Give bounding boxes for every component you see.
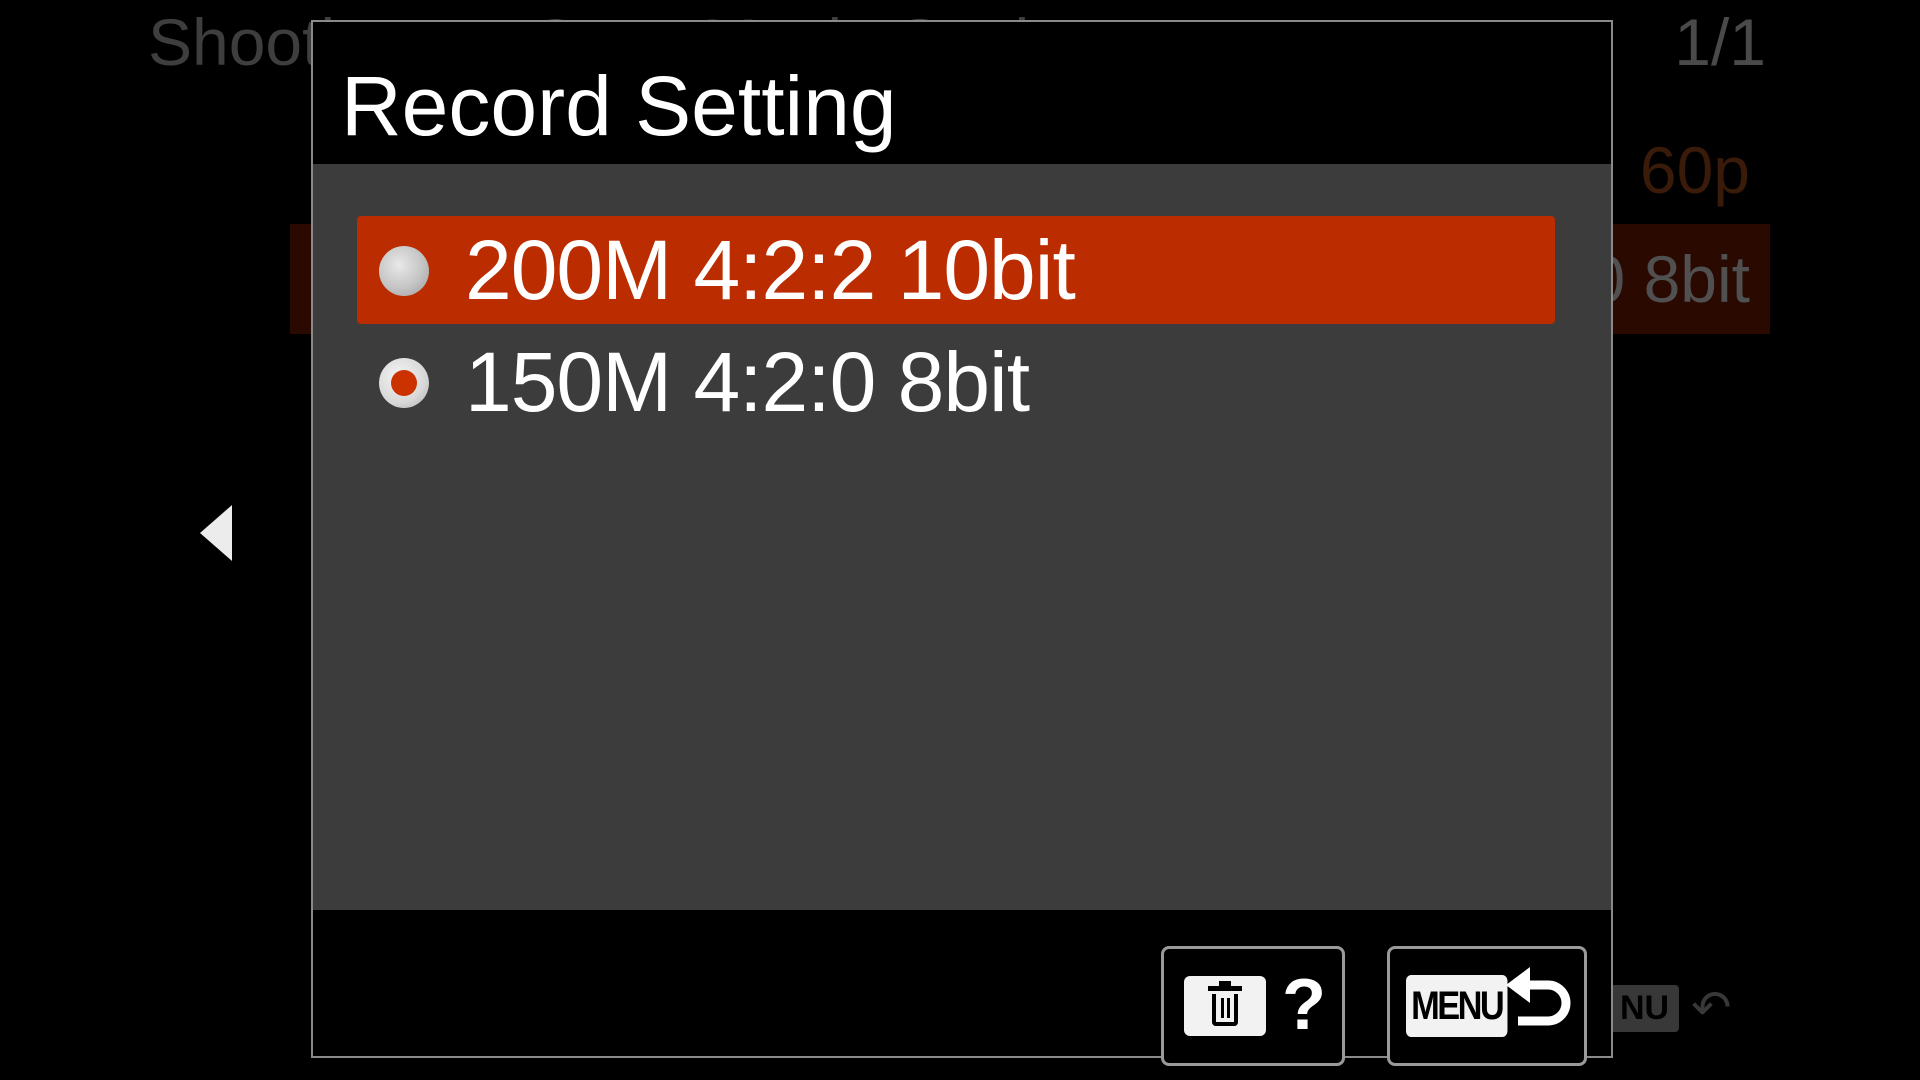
option-label: 200M 4:2:2 10bit (465, 223, 1076, 317)
camera-screen: Shooti ... C... Movie Setting 1/1 60p 0 … (0, 0, 1920, 1080)
help-icon: ? (1282, 965, 1326, 1045)
option-label: 150M 4:2:0 8bit (465, 335, 1030, 429)
background-back-hint: NU ↶ (1610, 980, 1731, 1036)
option-item[interactable]: 150M 4:2:0 8bit (357, 328, 1555, 436)
background-tab: Shooti (148, 5, 336, 79)
menu-icon: MENU (1406, 975, 1508, 1037)
return-icon (1506, 967, 1571, 1026)
menu-back-button[interactable]: MENU (1387, 946, 1587, 1066)
background-return-icon: ↶ (1691, 982, 1732, 1035)
radio-selected-icon (379, 358, 429, 408)
trash-icon (1184, 976, 1266, 1036)
record-setting-dialog: Record Setting 200M 4:2:2 10bit 150M 4:2… (311, 20, 1613, 1066)
left-arrow-icon[interactable] (200, 505, 232, 561)
options-list: 200M 4:2:2 10bit 150M 4:2:0 8bit (313, 164, 1611, 910)
radio-unselected-icon (379, 246, 429, 296)
option-item-focused[interactable]: 200M 4:2:2 10bit (357, 216, 1555, 324)
background-menu-icon: NU (1610, 984, 1680, 1032)
background-row-value: 60p (1639, 133, 1750, 207)
dialog-title: Record Setting (341, 59, 897, 153)
dialog-header: Record Setting (313, 22, 1611, 164)
page-indicator: 1/1 (1674, 5, 1766, 79)
dialog-footer: ? MENU (313, 910, 1611, 1066)
delete-help-button[interactable]: ? (1161, 946, 1345, 1066)
